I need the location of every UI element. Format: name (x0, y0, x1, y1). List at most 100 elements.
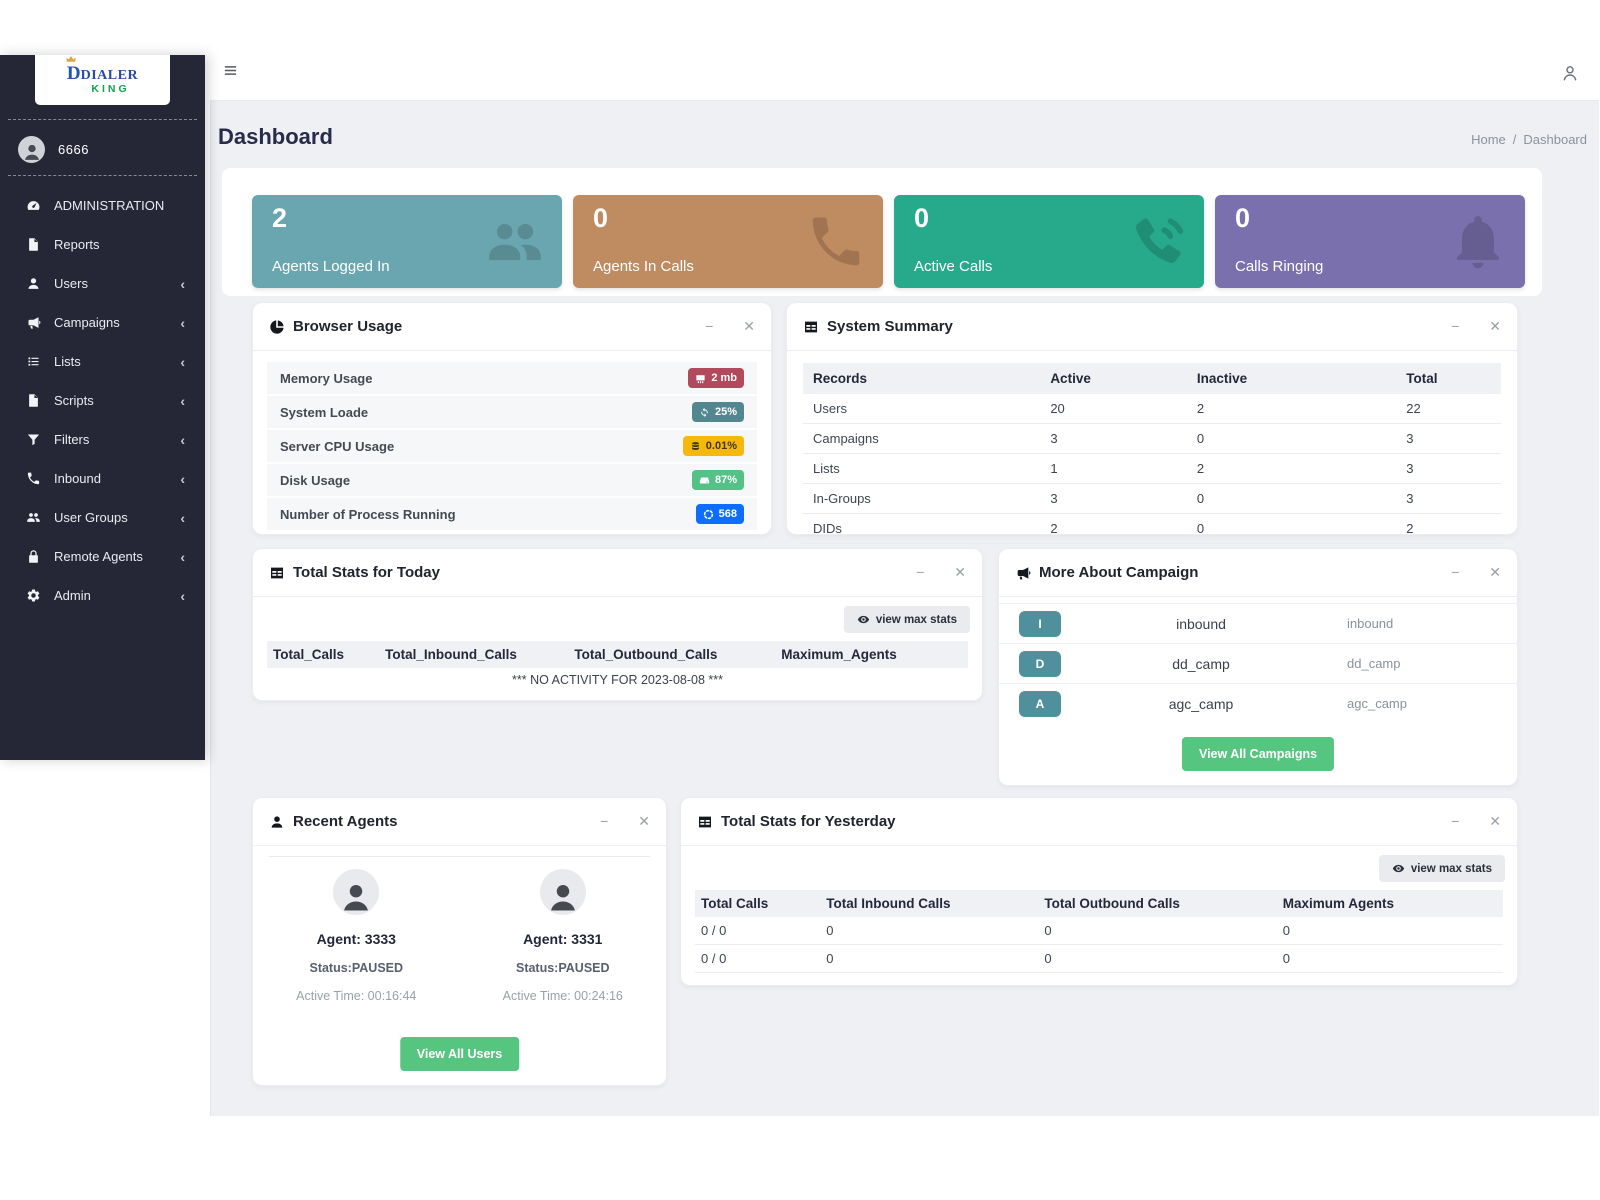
sidebar-item-campaigns[interactable]: Campaigns ‹ (0, 303, 205, 342)
phone-volume-icon (1126, 211, 1188, 273)
close-button[interactable]: ✕ (638, 813, 650, 830)
stat-label: Calls Ringing (1235, 258, 1323, 275)
agent-card: Agent: 3333 Status:PAUSED Active Time: 0… (269, 869, 444, 1003)
minimize-button[interactable]: − (1451, 564, 1459, 581)
sidebar-item-label: Campaigns (54, 315, 120, 330)
close-button[interactable]: ✕ (1489, 564, 1501, 581)
close-button[interactable]: ✕ (743, 318, 755, 335)
sidebar-item-administration[interactable]: ADMINISTRATION ‹ (0, 186, 205, 225)
table-cell: In-Groups (803, 484, 1040, 514)
column-header: Inactive (1187, 363, 1396, 394)
sidebar-item-label: Scripts (54, 393, 94, 408)
metric-badge: 87% (692, 470, 744, 490)
sidebar-item-label: Lists (54, 354, 81, 369)
hamburger-icon[interactable] (222, 63, 239, 78)
table-cell: 3 (1040, 424, 1187, 454)
campaign-id: dd_camp (1347, 656, 1497, 671)
panel-title: More About Campaign (1039, 564, 1198, 581)
sidebar-item-admin[interactable]: Admin ‹ (0, 576, 205, 615)
users-icon (484, 211, 546, 273)
table-cell: 1 (1040, 454, 1187, 484)
avatar-icon (546, 880, 580, 914)
user-icon (26, 276, 41, 291)
stat-label: Agents Logged In (272, 258, 390, 275)
agent-status: Status:PAUSED (475, 961, 650, 975)
sidebar-item-lists[interactable]: Lists ‹ (0, 342, 205, 381)
view-all-campaigns-button[interactable]: View All Campaigns (1182, 737, 1334, 771)
table-cell: 0 (1038, 945, 1276, 973)
minimize-button[interactable]: − (916, 564, 924, 581)
minimize-button[interactable]: − (1451, 813, 1459, 830)
table-cell: 2 (1187, 454, 1396, 484)
sidebar-item-inbound[interactable]: Inbound ‹ (0, 459, 205, 498)
breadcrumb-home-link[interactable]: Home (1471, 132, 1506, 147)
chevron-left-icon: ‹ (180, 589, 185, 603)
list-item: System Loade 25% (267, 396, 757, 428)
stat-label: Agents In Calls (593, 258, 694, 275)
column-header: Total_Inbound_Calls (379, 641, 568, 668)
stat-value: 0 (1235, 203, 1250, 234)
column-header: Records (803, 363, 1040, 394)
sidebar-item-users[interactable]: Users ‹ (0, 264, 205, 303)
sidebar-item-user-groups[interactable]: User Groups ‹ (0, 498, 205, 537)
table-icon (697, 814, 713, 830)
divider (8, 119, 197, 120)
view-max-stats-button[interactable]: view max stats (1379, 855, 1505, 882)
sidebar-user[interactable]: 6666 (0, 127, 205, 171)
breadcrumb-separator: / (1513, 132, 1517, 147)
browser-usage-panel: Browser Usage − ✕ Memory Usage 2 mb Syst… (252, 302, 772, 535)
metric-badge: 0.01% (683, 436, 744, 456)
panel-title: Total Stats for Today (293, 564, 440, 581)
divider (269, 856, 650, 857)
chevron-left-icon: ‹ (180, 316, 185, 330)
close-button[interactable]: ✕ (1489, 813, 1501, 830)
campaign-name: dd_camp (1116, 656, 1286, 672)
megaphone-icon (26, 315, 41, 330)
agent-status: Status:PAUSED (269, 961, 444, 975)
metric-badge: 25% (692, 402, 744, 422)
metric-label: Server CPU Usage (280, 439, 394, 454)
minimize-button[interactable]: − (600, 813, 608, 830)
table-row: 0 / 0 0 0 0 (695, 945, 1503, 973)
table-cell: Campaigns (803, 424, 1040, 454)
view-max-stats-button[interactable]: view max stats (844, 606, 970, 633)
close-button[interactable]: ✕ (1489, 318, 1501, 335)
brand-name-bottom: KING (91, 83, 129, 96)
column-header: Total Calls (695, 890, 820, 917)
recent-agents-panel: Recent Agents − ✕ Agent: 3333 Status:PAU… (252, 797, 667, 1086)
table-cell: 3 (1396, 484, 1501, 514)
dashboard-icon (26, 198, 41, 213)
metric-badge: 568 (696, 504, 744, 524)
sidebar-item-filters[interactable]: Filters ‹ (0, 420, 205, 459)
close-button[interactable]: ✕ (954, 564, 966, 581)
column-header: Total Outbound Calls (1038, 890, 1276, 917)
stat-cards-row: 2 Agents Logged In 0 Agents In Calls 0 A… (222, 168, 1542, 296)
metric-label: Memory Usage (280, 371, 372, 386)
campaign-initial-badge: A (1019, 691, 1061, 717)
panel-title: Recent Agents (293, 813, 397, 830)
sidebar-item-scripts[interactable]: Scripts ‹ (0, 381, 205, 420)
person-outline-icon[interactable] (1560, 63, 1580, 83)
page-title: Dashboard (218, 124, 333, 150)
table-cell: 2 (1187, 394, 1396, 424)
sidebar-item-remote-agents[interactable]: Remote Agents ‹ (0, 537, 205, 576)
agent-name: Agent: 3331 (475, 931, 650, 947)
table-cell: 20 (1040, 394, 1187, 424)
breadcrumb: Home / Dashboard (1471, 132, 1587, 147)
column-header: Maximum_Agents (775, 641, 968, 668)
yesterday-stats-panel: Total Stats for Yesterday − ✕ view max s… (680, 797, 1518, 986)
table-cell: Lists (803, 454, 1040, 484)
table-cell: 3 (1040, 484, 1187, 514)
table-cell: 0 (820, 917, 1038, 945)
view-all-users-button[interactable]: View All Users (400, 1037, 519, 1071)
minimize-button[interactable]: − (1451, 318, 1459, 335)
sidebar-item-reports[interactable]: Reports ‹ (0, 225, 205, 264)
today-stats-table: Total_CallsTotal_Inbound_CallsTotal_Outb… (267, 641, 968, 668)
table-cell: 0 (1277, 917, 1503, 945)
campaign-row: D dd_camp dd_camp (999, 643, 1517, 683)
database-icon (690, 441, 701, 452)
table-cell: 0 (1187, 514, 1396, 544)
chevron-left-icon: ‹ (180, 394, 185, 408)
brand-initial: D (67, 64, 81, 83)
minimize-button[interactable]: − (705, 318, 713, 335)
